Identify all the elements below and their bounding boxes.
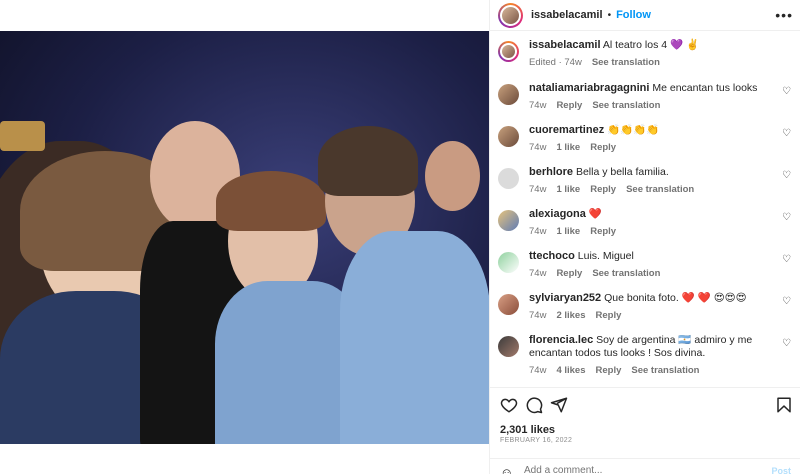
post-date: FEBRUARY 16, 2022 — [500, 437, 573, 444]
comment-item: ttechoco Luis. Miguel 74w Reply See tran… — [498, 250, 800, 280]
commenter-username[interactable]: alexiagona — [529, 208, 586, 220]
comment-like-icon[interactable]: ♡ — [782, 128, 791, 139]
author-avatar[interactable] — [498, 2, 523, 28]
post-header: issabelacamil • Follow ••• — [490, 0, 800, 31]
separator-dot: • — [607, 9, 612, 21]
add-comment-input[interactable] — [524, 465, 744, 474]
commenter-avatar[interactable] — [498, 336, 519, 357]
comment-text: Bella y bella familia. — [575, 166, 669, 178]
comment-item: nataliamariabragagnini Me encantan tus l… — [498, 82, 800, 112]
comment-text: 👏👏👏👏 — [607, 124, 660, 136]
comment-time: 74w — [529, 268, 547, 279]
likes-count[interactable]: 2,301 likes — [500, 424, 555, 436]
post-comment-button[interactable]: Post — [771, 466, 791, 474]
comment-time: 74w — [529, 310, 547, 321]
comment-item: berhlore Bella y bella familia. 74w 1 li… — [498, 166, 800, 196]
emoji-icon[interactable]: ☺ — [500, 465, 513, 474]
caption-edited: Edited · 74w — [529, 57, 582, 68]
commenter-username[interactable]: florencia.lec — [529, 334, 593, 346]
comment-likes-count[interactable]: 1 like — [556, 141, 580, 154]
add-comment-bar: ☺ Post — [490, 458, 800, 474]
comment-like-icon[interactable]: ♡ — [782, 170, 791, 181]
comment-time: 74w — [529, 184, 547, 195]
author-username[interactable]: issabelacamil — [531, 9, 603, 21]
comment-time: 74w — [529, 142, 547, 153]
comment-text: Que bonita foto. ❤️ ❤️ 😍😍😍 — [604, 292, 747, 304]
comment-time: 74w — [529, 100, 547, 111]
heart-icon[interactable] — [500, 396, 518, 414]
commenter-avatar[interactable] — [498, 294, 519, 315]
reply-link[interactable]: Reply — [556, 267, 582, 280]
bookmark-icon[interactable] — [775, 396, 793, 414]
comment-item: florencia.lec Soy de argentina 🇦🇷 admiro… — [498, 334, 800, 377]
comment-like-icon[interactable]: ♡ — [782, 86, 791, 97]
reply-link[interactable]: Reply — [556, 99, 582, 112]
reply-link[interactable]: Reply — [590, 141, 616, 154]
comment-likes-count[interactable]: 4 likes — [556, 364, 585, 377]
comment-time: 74w — [529, 365, 547, 376]
share-icon[interactable] — [550, 396, 568, 414]
comment-likes-count[interactable]: 1 like — [556, 225, 580, 238]
commenter-username[interactable]: sylviaryan252 — [529, 292, 601, 304]
commenter-avatar[interactable] — [498, 210, 519, 231]
reply-link[interactable]: Reply — [596, 364, 622, 377]
commenter-avatar[interactable] — [498, 252, 519, 273]
comment-like-icon[interactable]: ♡ — [782, 212, 791, 223]
comment-likes-count[interactable]: 1 like — [556, 183, 580, 196]
caption-text: Al teatro los 4 💜 ✌️ — [602, 39, 700, 51]
commenter-avatar[interactable] — [498, 84, 519, 105]
comment-likes-count[interactable]: 2 likes — [556, 309, 585, 322]
post-details-panel: issabelacamil • Follow ••• issabelacamil… — [489, 0, 800, 474]
caption-username[interactable]: issabelacamil — [529, 39, 601, 51]
commenter-username[interactable]: nataliamariabragagnini — [529, 82, 649, 94]
comment-like-icon[interactable]: ♡ — [782, 338, 791, 349]
caption: issabelacamil Al teatro los 4 💜 ✌️ Edite… — [498, 39, 800, 69]
comment-item: cuoremartinez 👏👏👏👏 74w 1 like Reply ♡ — [498, 124, 800, 154]
commenter-username[interactable]: cuoremartinez — [529, 124, 604, 136]
comment-item: sylviaryan252 Que bonita foto. ❤️ ❤️ 😍😍😍… — [498, 292, 800, 322]
commenter-username[interactable]: berhlore — [529, 166, 573, 178]
post-actions: 2,301 likes FEBRUARY 16, 2022 ☺ Post — [490, 387, 800, 474]
comment-text: Me encantan tus looks — [652, 82, 758, 94]
reply-link[interactable]: Reply — [590, 183, 616, 196]
reply-link[interactable]: Reply — [596, 309, 622, 322]
see-translation-link[interactable]: See translation — [592, 267, 660, 280]
post-media-area — [0, 0, 489, 474]
see-translation-link[interactable]: See translation — [592, 56, 660, 69]
commenter-avatar[interactable] — [498, 126, 519, 147]
comment-text: Luis. Miguel — [577, 250, 634, 262]
reply-link[interactable]: Reply — [590, 225, 616, 238]
see-translation-link[interactable]: See translation — [626, 183, 694, 196]
comment-time: 74w — [529, 226, 547, 237]
commenter-avatar[interactable] — [498, 168, 519, 189]
author-avatar[interactable] — [498, 41, 519, 62]
commenter-username[interactable]: ttechoco — [529, 250, 575, 262]
comments-list[interactable]: issabelacamil Al teatro los 4 💜 ✌️ Edite… — [490, 31, 800, 387]
more-options-icon[interactable]: ••• — [775, 7, 793, 23]
follow-button[interactable]: Follow — [616, 9, 651, 21]
see-translation-link[interactable]: See translation — [631, 364, 699, 377]
see-translation-link[interactable]: See translation — [592, 99, 660, 112]
comment-icon[interactable] — [525, 396, 543, 414]
comment-item: alexiagona ❤️ 74w 1 like Reply ♡ — [498, 208, 800, 238]
comment-text: ❤️ — [588, 208, 602, 220]
post-photo[interactable] — [0, 31, 489, 444]
comment-like-icon[interactable]: ♡ — [782, 296, 791, 307]
comment-like-icon[interactable]: ♡ — [782, 254, 791, 265]
